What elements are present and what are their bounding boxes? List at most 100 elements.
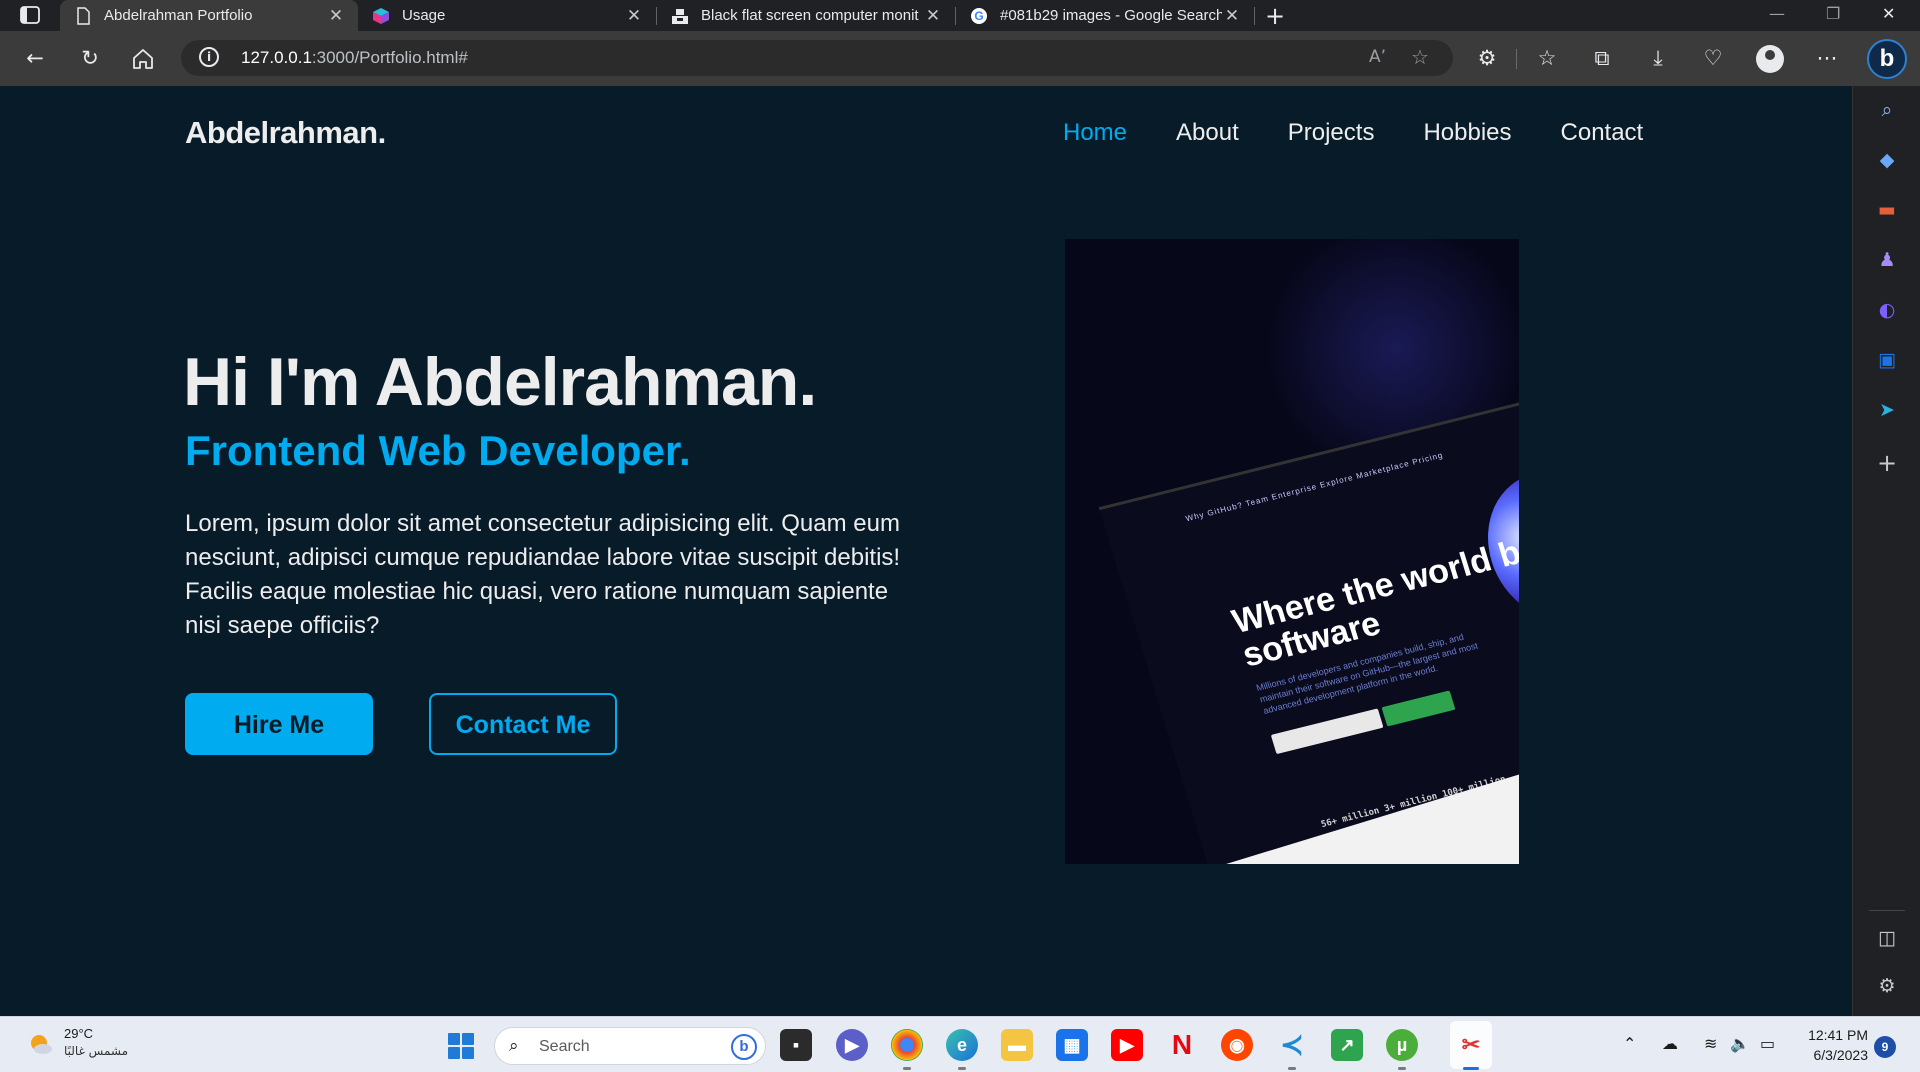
utorrent-icon[interactable]: µ (1386, 1029, 1418, 1061)
favorites-icon[interactable]: ☆ (1534, 45, 1560, 71)
tools-icon[interactable]: ▬ (1875, 198, 1899, 222)
browser-essentials-icon[interactable]: ♡ (1700, 45, 1726, 71)
nav-hobbies[interactable]: Hobbies (1423, 119, 1511, 147)
file-explorer-icon[interactable]: ▬ (1001, 1029, 1033, 1061)
read-aloud-icon[interactable]: Aʼ (1369, 47, 1386, 67)
add-favorite-icon[interactable]: ☆ (1411, 45, 1429, 69)
edge-sidebar: ⌕ ◆ ▬ ♟ ◐ ▣ ➤ + ◫ ⚙ (1852, 86, 1920, 1016)
refresh-icon[interactable]: ↻ (77, 45, 103, 71)
running-indicator (1288, 1067, 1296, 1070)
page-icon (77, 6, 90, 25)
youtube-icon[interactable]: ▶ (1111, 1029, 1143, 1061)
browser-toolbar: ← ↻ i 127.0.0.1:3000/Portfolio.html# Aʼ … (0, 31, 1920, 86)
vscode-icon[interactable]: ≺ (1276, 1029, 1308, 1061)
bing-icon[interactable]: b (731, 1034, 757, 1060)
url-text[interactable]: 127.0.0.1:3000/Portfolio.html# (241, 48, 468, 68)
site-logo[interactable]: Abdelrahman. (185, 115, 386, 151)
sun-cloud-icon[interactable] (27, 1031, 53, 1057)
weather-description[interactable]: مشمس غالبًا (64, 1044, 128, 1058)
close-tab-icon[interactable]: ✕ (923, 6, 943, 26)
tab-title: Usage (402, 7, 446, 24)
nav-contact[interactable]: Contact (1561, 119, 1644, 147)
downloads-icon[interactable]: ⤓ (1645, 45, 1671, 71)
stocks-app-icon[interactable]: ↗ (1331, 1029, 1363, 1061)
windows-start-icon[interactable] (448, 1033, 474, 1059)
running-indicator (958, 1067, 966, 1070)
nav-home[interactable]: Home (1063, 119, 1127, 147)
tab-usage[interactable]: Usage ✕ (358, 0, 656, 31)
hire-me-button[interactable]: Hire Me (185, 693, 373, 755)
chrome-icon[interactable] (891, 1029, 923, 1061)
profile-avatar[interactable] (1756, 45, 1784, 73)
sidebar-divider (1869, 910, 1905, 911)
tab-portfolio[interactable]: Abdelrahman Portfolio ✕ (60, 0, 358, 31)
active-indicator (1463, 1067, 1479, 1070)
search-placeholder: Search (539, 1038, 590, 1055)
tab-title: Abdelrahman Portfolio (104, 7, 253, 24)
reddit-icon[interactable]: ◉ (1221, 1029, 1253, 1061)
onedrive-icon[interactable]: ☁ (1662, 1034, 1678, 1053)
store-icon[interactable]: ▦ (1056, 1029, 1088, 1061)
microsoft365-icon[interactable]: ◐ (1875, 298, 1899, 322)
hide-sidebar-icon[interactable]: ◫ (1875, 926, 1899, 950)
sidebar-settings-icon[interactable]: ⚙ (1875, 974, 1899, 998)
url-host: 127.0.0.1 (241, 48, 312, 67)
search-icon[interactable]: ⌕ (1875, 98, 1899, 122)
restore-button[interactable]: ❐ (1826, 4, 1840, 23)
extensions-icon[interactable]: ⚙ (1474, 45, 1500, 71)
tab-title: Black flat screen computer monit (701, 7, 919, 24)
task-view-icon[interactable]: ▪ (780, 1029, 812, 1061)
wifi-icon[interactable]: ≋ (1704, 1034, 1717, 1053)
home-icon[interactable] (132, 48, 154, 70)
close-tab-icon[interactable]: ✕ (624, 6, 644, 26)
games-icon[interactable]: ♟ (1875, 248, 1899, 272)
hero-image: Why GitHub? Team Enterprise Explore Mark… (1065, 239, 1519, 864)
taskbar-search[interactable]: ⌕ Search b (494, 1027, 766, 1065)
show-hidden-icons[interactable]: ⌃ (1623, 1034, 1636, 1053)
svg-text:G: G (974, 9, 983, 23)
edge-icon[interactable]: e (946, 1029, 978, 1061)
laptop-screen: Why GitHub? Team Enterprise Explore Mark… (1098, 381, 1519, 864)
tab-bar: Abdelrahman Portfolio ✕ Usage ✕ Black fl… (0, 0, 1920, 31)
tab-actions-icon[interactable] (20, 6, 40, 24)
hero-title: Hi I'm Abdelrahman. (183, 344, 817, 420)
more-options-icon[interactable]: ⋯ (1814, 45, 1840, 71)
contact-me-button[interactable]: Contact Me (429, 693, 617, 755)
close-window-button[interactable]: ✕ (1882, 4, 1895, 23)
tab-unsplash[interactable]: Black flat screen computer monit ✕ (657, 0, 955, 31)
screen-email-field (1270, 708, 1384, 755)
nav-projects[interactable]: Projects (1288, 119, 1375, 147)
add-sidebar-app-icon[interactable]: + (1875, 451, 1899, 475)
screen-menu-text: Why GitHub? Team Enterprise Explore Mark… (1184, 450, 1445, 524)
minimize-button[interactable]: — (1769, 4, 1785, 23)
address-bar[interactable]: i 127.0.0.1:3000/Portfolio.html# Aʼ ☆ (181, 40, 1453, 76)
tab-title: #081b29 images - Google Search (1000, 7, 1222, 24)
new-tab-button[interactable]: + (1265, 2, 1285, 30)
close-tab-icon[interactable]: ✕ (1222, 6, 1242, 26)
notification-badge[interactable]: 9 (1874, 1036, 1896, 1058)
tab-google[interactable]: G #081b29 images - Google Search ✕ (956, 0, 1254, 31)
hero-subtitle: Frontend Web Developer. (185, 427, 691, 474)
back-icon[interactable]: ← (22, 45, 48, 71)
drop-icon[interactable]: ➤ (1875, 398, 1899, 422)
snipping-tool-icon[interactable]: ✂ (1455, 1029, 1487, 1061)
nav-about[interactable]: About (1176, 119, 1239, 147)
weather-temperature[interactable]: 29°C (64, 1026, 93, 1041)
url-path: :3000/Portfolio.html# (311, 48, 468, 67)
clock-time[interactable]: 12:41 PM (1802, 1027, 1868, 1043)
shopping-tag-icon[interactable]: ◆ (1875, 148, 1899, 172)
site-info-icon[interactable]: i (199, 47, 219, 67)
battery-icon[interactable]: ▭ (1760, 1034, 1775, 1053)
teams-chat-icon[interactable]: ▶ (836, 1029, 868, 1061)
outlook-icon[interactable]: ▣ (1875, 348, 1899, 372)
volume-icon[interactable]: 🔈 (1730, 1034, 1750, 1053)
bing-copilot-icon[interactable]: b (1867, 39, 1907, 79)
clock-date[interactable]: 6/3/2023 (1802, 1047, 1869, 1063)
collections-icon[interactable]: ⧉ (1589, 45, 1615, 71)
main-nav: Home About Projects Hobbies Contact (1063, 119, 1643, 147)
running-indicator (903, 1067, 911, 1070)
hero-description: Lorem, ipsum dolor sit amet consectetur … (185, 510, 901, 639)
portfolio-page: Abdelrahman. Home About Projects Hobbies… (0, 86, 1852, 1016)
close-tab-icon[interactable]: ✕ (326, 6, 346, 26)
netflix-icon[interactable]: N (1166, 1029, 1198, 1061)
